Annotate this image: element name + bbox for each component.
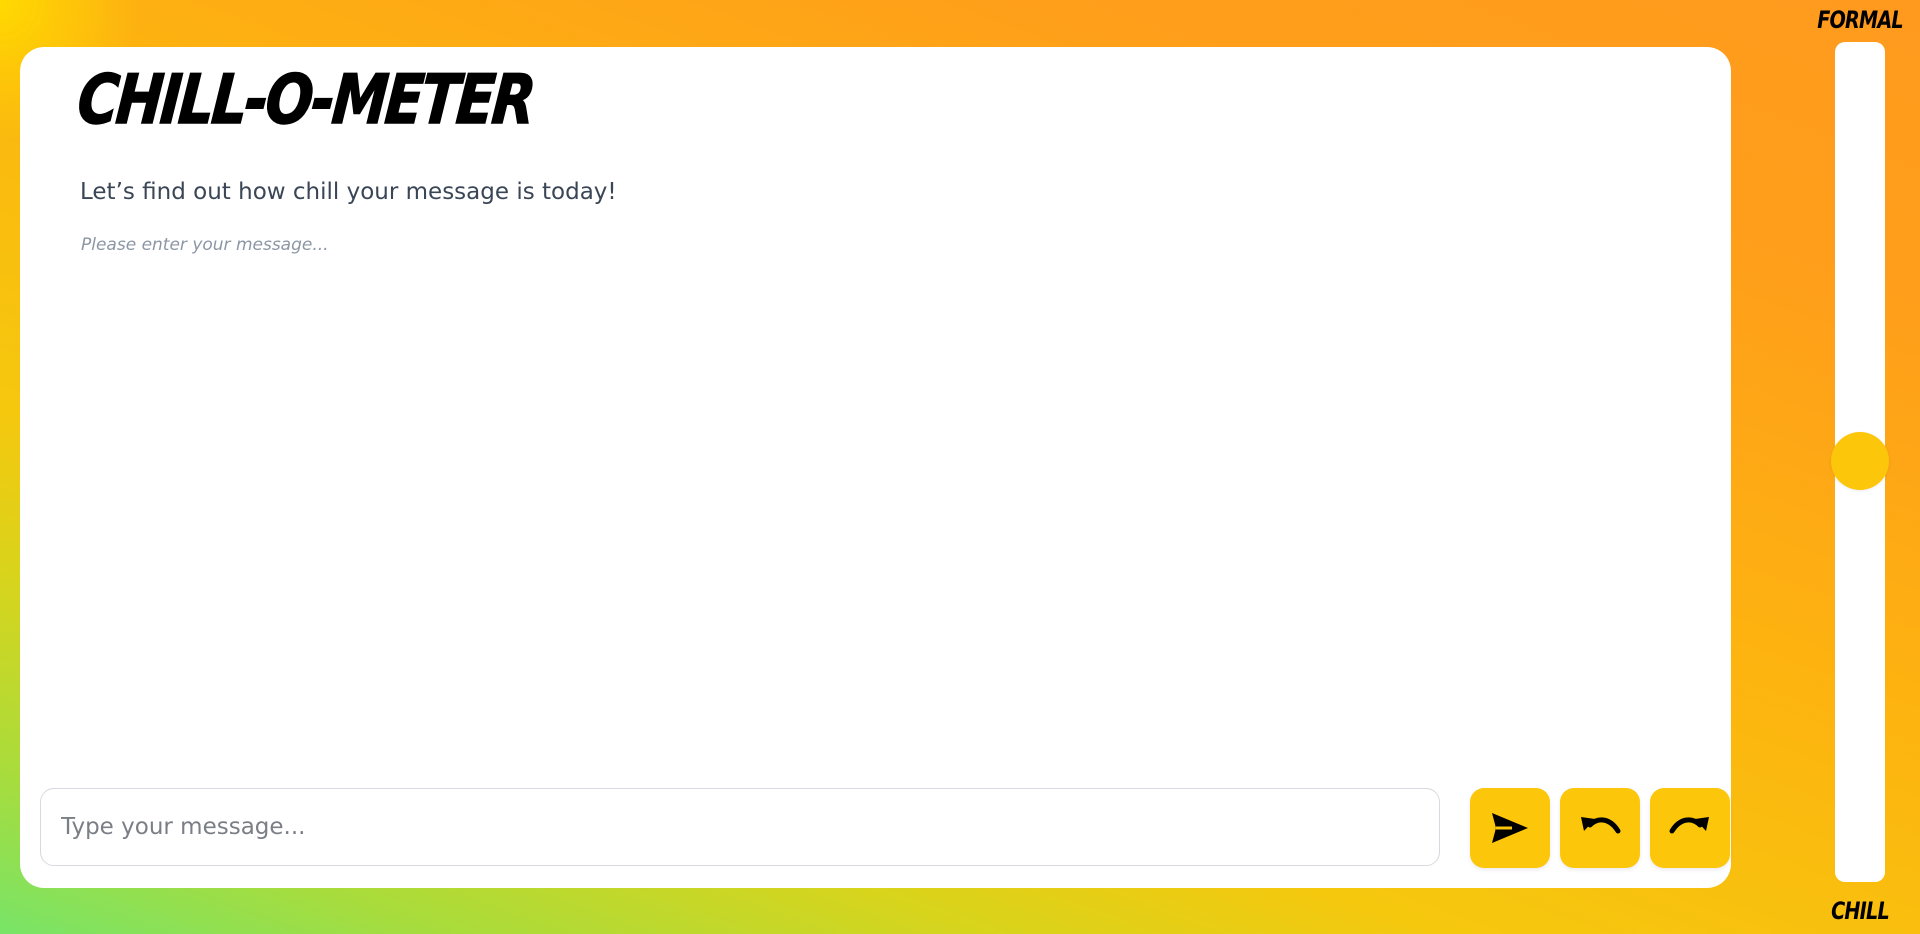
slider-label-formal: FORMAL bbox=[1817, 6, 1903, 34]
undo-icon bbox=[1578, 813, 1622, 843]
send-icon bbox=[1490, 811, 1530, 845]
composer-row bbox=[40, 788, 1730, 868]
undo-button[interactable] bbox=[1560, 788, 1640, 868]
message-input[interactable] bbox=[40, 788, 1440, 866]
app-title: CHILL-O-METER bbox=[74, 60, 537, 140]
tone-slider-thumb[interactable] bbox=[1831, 432, 1889, 490]
app-subtitle: Let’s find out how chill your message is… bbox=[80, 179, 617, 205]
redo-button[interactable] bbox=[1650, 788, 1730, 868]
send-button[interactable] bbox=[1470, 788, 1550, 868]
chat-card: CHILL-O-METER Let’s find out how chill y… bbox=[20, 47, 1731, 888]
empty-state-hint: Please enter your message... bbox=[81, 235, 329, 255]
slider-label-chill: CHILL bbox=[1831, 897, 1890, 925]
redo-icon bbox=[1668, 813, 1712, 843]
